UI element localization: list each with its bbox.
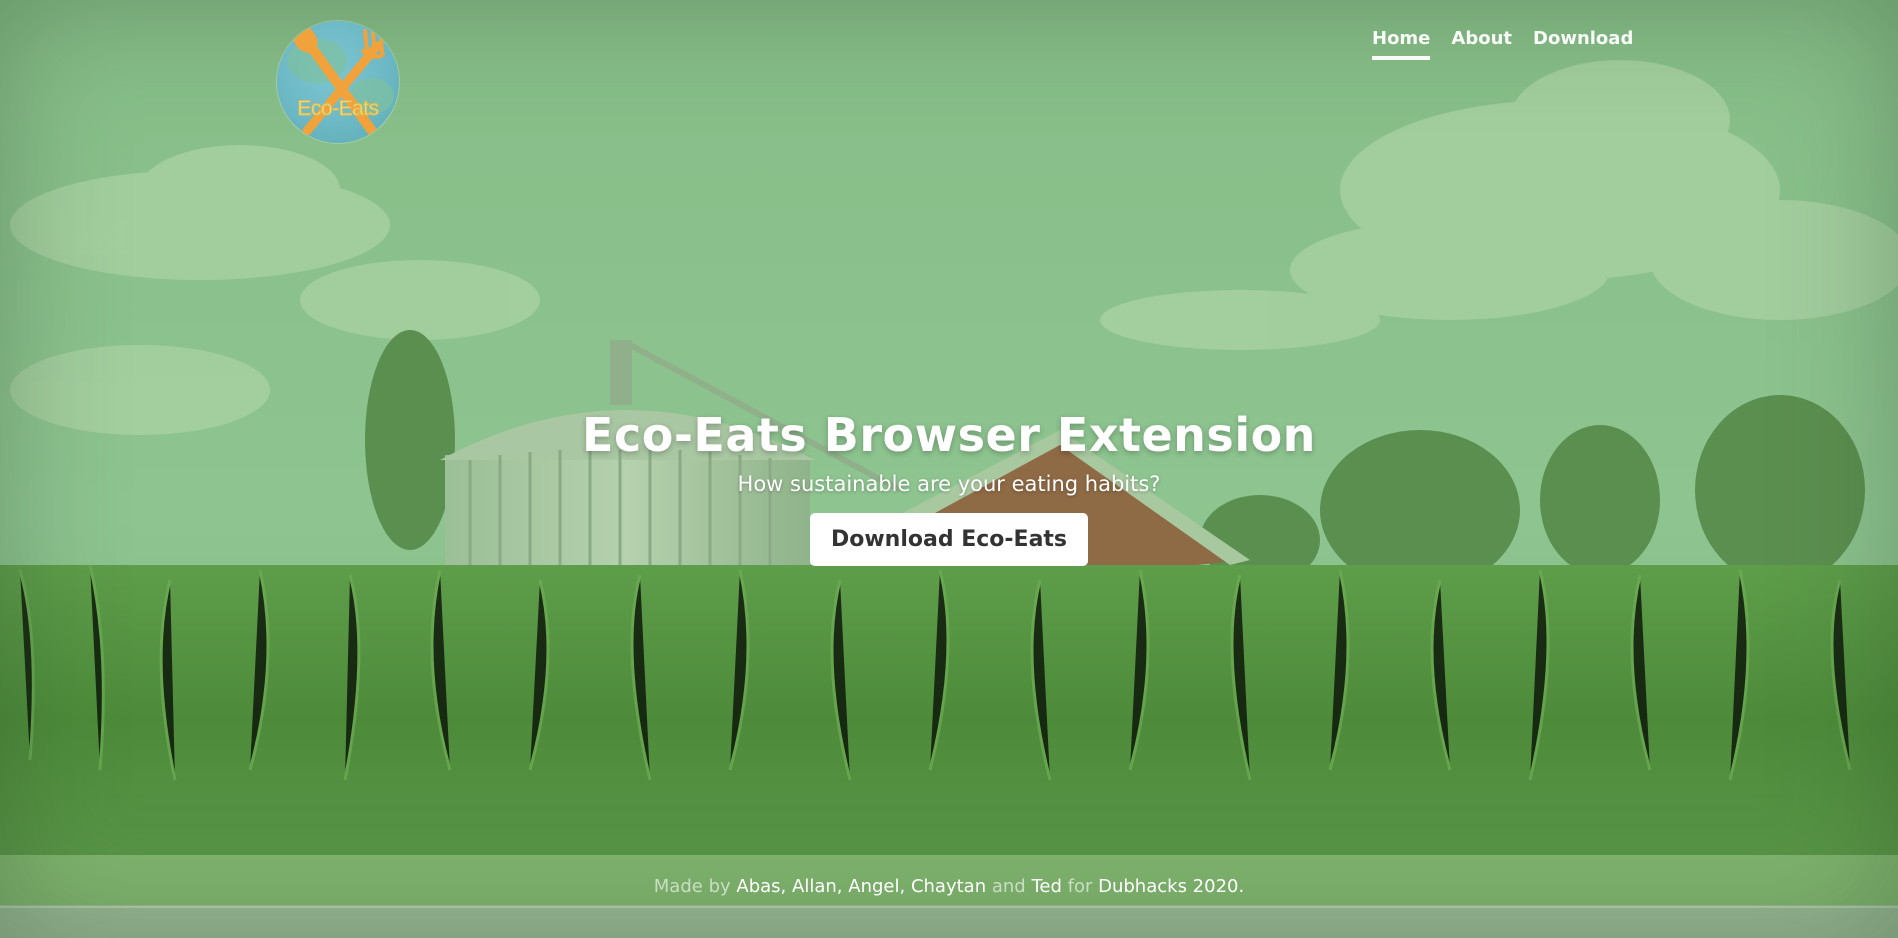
footer-made-by: Made by [653, 876, 731, 897]
footer-name-allan: Allan [792, 876, 837, 897]
footer-comma: , [899, 876, 906, 897]
main-nav: Home About Download [1372, 28, 1633, 60]
page: Eco-Eats Home About Download Eco-Eats Br… [0, 0, 1898, 938]
footer-name-angel: Angel [848, 876, 900, 897]
download-eco-eats-button[interactable]: Download Eco-Eats [809, 513, 1089, 566]
footer-for: for [1067, 876, 1093, 897]
fork-and-spoon-icon [287, 25, 394, 136]
hero-subtitle: How sustainable are your eating habits? [737, 472, 1161, 496]
brand-logo[interactable]: Eco-Eats [277, 21, 399, 143]
footer-comma: , [780, 876, 787, 897]
nav-home[interactable]: Home [1372, 28, 1431, 60]
footer-and: and [991, 876, 1026, 897]
nav-download[interactable]: Download [1533, 28, 1633, 60]
footer-name-chaytan: Chaytan [910, 876, 987, 897]
footer-period: . [1238, 876, 1245, 897]
hero-section: Eco-Eats Browser Extension How sustainab… [0, 408, 1898, 566]
hero-title: Eco-Eats Browser Extension [582, 408, 1316, 462]
nav-about[interactable]: About [1451, 28, 1512, 60]
footer-name-abas: Abas [736, 876, 781, 897]
logo-text: Eco-Eats [297, 97, 380, 121]
footer: Made by Abas, Allan, Angel, Chaytan and … [0, 876, 1898, 897]
footer-comma: , [836, 876, 843, 897]
footer-name-ted: Ted [1031, 876, 1062, 897]
dubhacks-link[interactable]: Dubhacks 2020 [1098, 876, 1238, 897]
